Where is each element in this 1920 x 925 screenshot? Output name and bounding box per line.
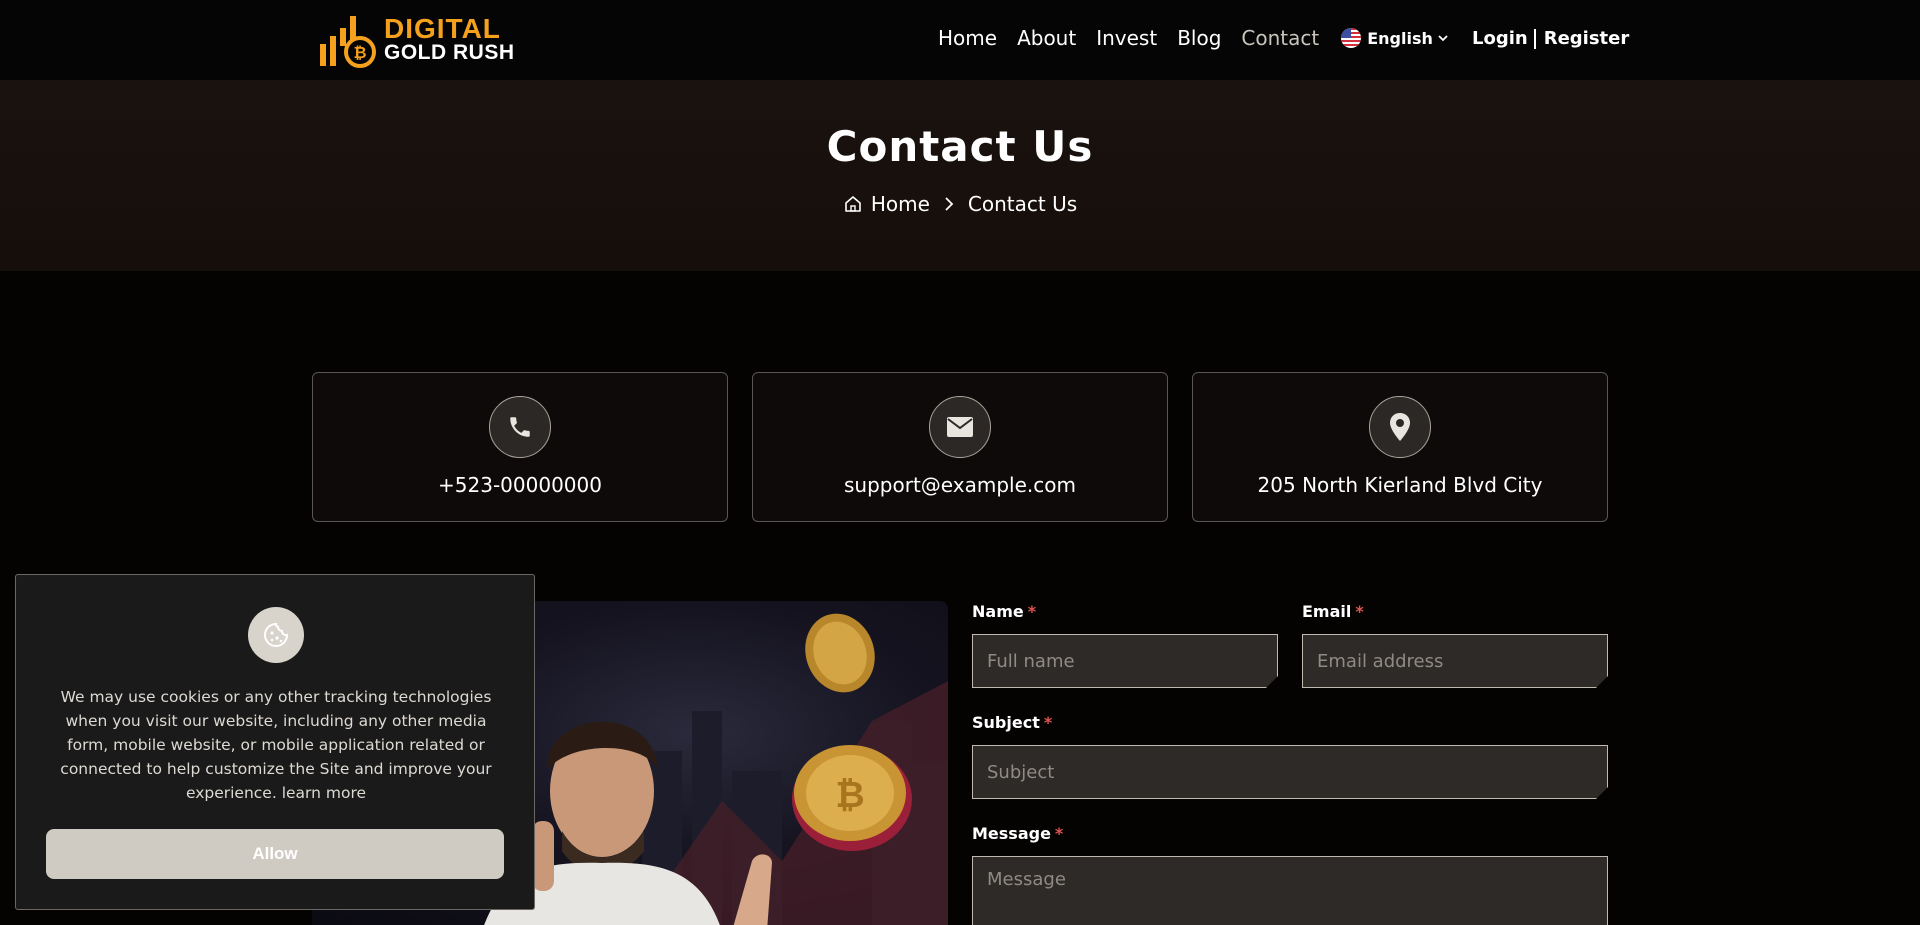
nav-contact[interactable]: Contact	[1241, 26, 1319, 50]
email-card: support@example.com	[752, 372, 1168, 522]
allow-cookies-button[interactable]: Allow	[46, 829, 504, 879]
email-input[interactable]: Email address	[1302, 634, 1608, 688]
chevron-right-icon	[944, 196, 954, 212]
address-card: 205 North Kierland Blvd City	[1192, 372, 1608, 522]
brand-line1: DIGITAL	[384, 13, 501, 44]
address-value: 205 North Kierland Blvd City	[1257, 473, 1543, 497]
envelope-icon	[929, 396, 991, 458]
site-header: ₿ DIGITAL GOLD RUSH Home About Invest Bl…	[0, 0, 1920, 80]
auth-divider	[1533, 28, 1536, 49]
email-value[interactable]: support@example.com	[753, 473, 1167, 497]
language-selector[interactable]: English	[1341, 28, 1454, 48]
login-link[interactable]: Login	[1472, 28, 1528, 49]
register-link[interactable]: Register	[1544, 28, 1630, 49]
language-label: English	[1367, 28, 1433, 48]
phone-icon	[489, 396, 551, 458]
location-pin-icon	[1369, 396, 1431, 458]
name-label: Name *	[972, 602, 1037, 621]
us-flag-icon	[1341, 28, 1362, 48]
breadcrumb-current: Contact Us	[967, 192, 1078, 216]
home-icon	[845, 196, 861, 212]
learn-more-link[interactable]: learn more	[282, 784, 366, 802]
auth-links: Login Register	[1472, 28, 1629, 49]
message-label: Message *	[972, 824, 1064, 843]
phone-card: +523-00000000	[312, 372, 728, 522]
svg-text:₿: ₿	[353, 43, 366, 62]
subject-label: Subject *	[972, 713, 1053, 732]
cookie-consent-popup: We may use cookies or any other tracking…	[15, 574, 535, 910]
nav-home[interactable]: Home	[938, 26, 997, 50]
email-label: Email *	[1302, 602, 1364, 621]
contact-cards: +523-00000000 support@example.com 205 No…	[312, 372, 1608, 522]
logo-icon: ₿	[320, 16, 376, 68]
message-textarea[interactable]: Message	[972, 856, 1608, 925]
cookie-message: We may use cookies or any other tracking…	[60, 688, 492, 802]
page-title: Contact Us	[826, 122, 1094, 171]
nav-about[interactable]: About	[1017, 26, 1076, 50]
phone-value[interactable]: +523-00000000	[313, 473, 727, 497]
chevron-down-icon	[1438, 35, 1448, 42]
page-banner: Contact Us Home Contact Us	[0, 80, 1920, 271]
svg-text:₿: ₿	[835, 775, 864, 816]
cookie-icon	[248, 607, 304, 663]
nav-invest[interactable]: Invest	[1096, 26, 1157, 50]
breadcrumb: Home Contact Us	[0, 192, 1920, 216]
nav-blog[interactable]: Blog	[1177, 26, 1221, 50]
brand-line2: GOLD RUSH	[384, 41, 515, 64]
coin-graphic-1	[805, 613, 875, 693]
breadcrumb-home-label: Home	[870, 192, 930, 216]
breadcrumb-home[interactable]: Home	[843, 192, 930, 216]
subject-input[interactable]: Subject	[972, 745, 1608, 799]
site-logo[interactable]: ₿ DIGITAL GOLD RUSH	[318, 14, 515, 68]
name-input[interactable]: Full name	[972, 634, 1278, 688]
main-nav: Home About Invest Blog Contact English	[938, 26, 1454, 50]
